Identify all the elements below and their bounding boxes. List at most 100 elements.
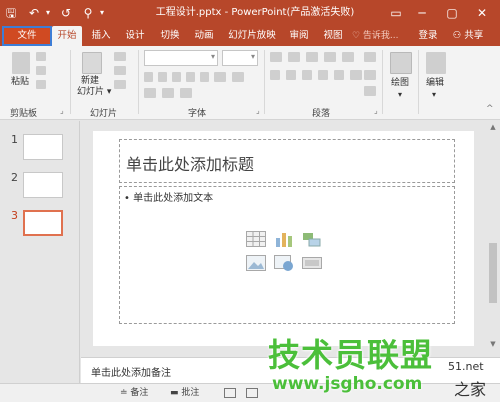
drawing-label[interactable]: 绘图 [391,78,409,89]
notes-toggle-button[interactable]: ≐ 备注 [120,387,148,400]
highlight-icon[interactable] [162,88,174,98]
slide-thumbnail-3[interactable] [23,210,63,236]
notes-pane[interactable]: 单击此处添加备注 [81,357,500,383]
text-direction-icon[interactable] [364,52,376,62]
comments-toggle-button[interactable]: ▬ 批注 [170,387,199,400]
paste-icon[interactable] [12,52,30,74]
title-placeholder[interactable]: 单击此处添加标题 [119,139,455,183]
insert-chart-icon[interactable] [274,231,294,247]
italic-icon[interactable] [158,72,167,82]
new-slide-icon[interactable] [82,52,102,74]
close-button[interactable]: ✕ [470,3,494,23]
restore-button[interactable]: ▢ [440,3,464,23]
char-spacing-icon[interactable] [214,72,226,82]
new-slide-label[interactable]: 新建 [81,76,99,87]
collapse-ribbon-icon[interactable]: ^ [486,104,494,114]
paragraph-launcher-icon[interactable]: ⌟ [374,106,378,115]
thumbnail-number: 1 [11,133,18,146]
insert-online-picture-icon[interactable] [274,255,294,271]
insert-video-icon[interactable] [302,255,322,271]
font-name-select[interactable] [144,50,218,66]
ribbon-display-options-icon[interactable]: ▭ [384,3,408,23]
distributed-icon[interactable] [334,70,344,80]
change-case-icon[interactable] [232,72,244,82]
clipboard-launcher-icon[interactable]: ⌟ [60,106,64,115]
layout-icon[interactable] [114,52,126,61]
section-icon[interactable] [114,80,126,89]
clear-format-icon[interactable] [180,88,192,98]
scroll-down-icon[interactable]: ▼ [486,338,500,350]
thumbnail-number: 3 [11,209,18,222]
tab-slideshow[interactable]: 幻灯片放映 [224,26,280,46]
quick-access-dropdown-icon[interactable]: ▾ [98,4,106,22]
columns-icon[interactable] [350,70,362,80]
cut-icon[interactable] [36,52,46,61]
tab-file[interactable]: 文件 [2,26,52,46]
customize-quick-access-icon[interactable]: ⚲ [80,4,96,22]
tab-view[interactable]: 视图 [318,26,348,46]
slide-editing-area: 单击此处添加标题 • 单击此处添加文本 [81,121,486,350]
format-painter-icon[interactable] [36,80,46,89]
scroll-thumb[interactable] [489,243,497,303]
insert-smartart-icon[interactable] [302,231,322,247]
share-button[interactable]: ⚇ 共享 [446,26,490,46]
slide-canvas[interactable]: 单击此处添加标题 • 单击此处添加文本 [93,131,474,346]
vertical-scrollbar[interactable]: ▲ ▼ [486,121,500,350]
tab-insert[interactable]: 插入 [86,26,116,46]
tab-review[interactable]: 审阅 [284,26,314,46]
paste-label[interactable]: 粘贴 [11,77,29,88]
editing-dropdown-icon[interactable]: ▾ [432,89,436,100]
decrease-indent-icon[interactable] [306,52,318,62]
undo-icon[interactable]: ↶ [26,4,42,22]
slide-thumbnail-2[interactable] [23,172,63,198]
scroll-up-icon[interactable]: ▲ [486,121,500,133]
login-link[interactable]: 登录 [414,26,442,46]
font-size-select[interactable] [222,50,258,66]
bold-icon[interactable] [144,72,153,82]
redo-icon[interactable]: ↺ [58,4,74,22]
group-divider [418,50,419,114]
copy-icon[interactable] [36,66,46,75]
strikethrough-icon[interactable] [200,72,209,82]
align-center-icon[interactable] [286,70,296,80]
tab-home[interactable]: 开始 [52,26,82,46]
font-launcher-icon[interactable]: ⌟ [256,106,260,115]
align-text-icon[interactable] [364,70,376,80]
normal-view-icon[interactable] [224,388,236,398]
justify-icon[interactable] [318,70,328,80]
tab-animations[interactable]: 动画 [189,26,219,46]
paragraph-group-label: 段落 [312,109,331,119]
numbering-icon[interactable] [288,52,300,62]
content-placeholder[interactable]: • 单击此处添加文本 [119,186,455,324]
undo-dropdown-icon[interactable]: ▾ [44,4,52,22]
slide-thumbnails-pane: 1 2 3 [0,121,80,385]
align-left-icon[interactable] [270,70,280,80]
title-placeholder-text: 单击此处添加标题 [126,155,255,174]
drawing-shapes-icon[interactable] [390,52,412,74]
thumbnail-number: 2 [11,171,18,184]
underline-icon[interactable] [172,72,181,82]
shadow-icon[interactable] [186,72,195,82]
slide-sorter-view-icon[interactable] [246,388,258,398]
new-slide-dropdown[interactable]: 幻灯片 ▾ [77,87,111,98]
increase-indent-icon[interactable] [324,52,336,62]
tell-me-search[interactable]: ♡ 告诉我... [352,26,399,46]
line-spacing-icon[interactable] [342,52,354,62]
drawing-dropdown-icon[interactable]: ▾ [398,89,402,100]
find-icon[interactable] [426,52,446,74]
editing-label[interactable]: 编辑 [426,78,444,89]
tab-design[interactable]: 设计 [120,26,150,46]
insert-table-icon[interactable] [246,231,266,247]
reset-icon[interactable] [114,66,126,75]
minimize-button[interactable]: ─ [410,3,434,23]
smartart-icon[interactable] [364,86,376,96]
align-right-icon[interactable] [302,70,312,80]
font-color-icon[interactable] [144,88,156,98]
clipboard-group-label: 剪贴板 [10,109,38,119]
tab-transitions[interactable]: 切换 [155,26,185,46]
slide-thumbnail-1[interactable] [23,134,63,160]
insert-picture-icon[interactable] [246,255,266,271]
bullets-icon[interactable] [270,52,282,62]
group-divider [138,50,139,114]
save-icon[interactable]: 🖫 [3,4,19,22]
